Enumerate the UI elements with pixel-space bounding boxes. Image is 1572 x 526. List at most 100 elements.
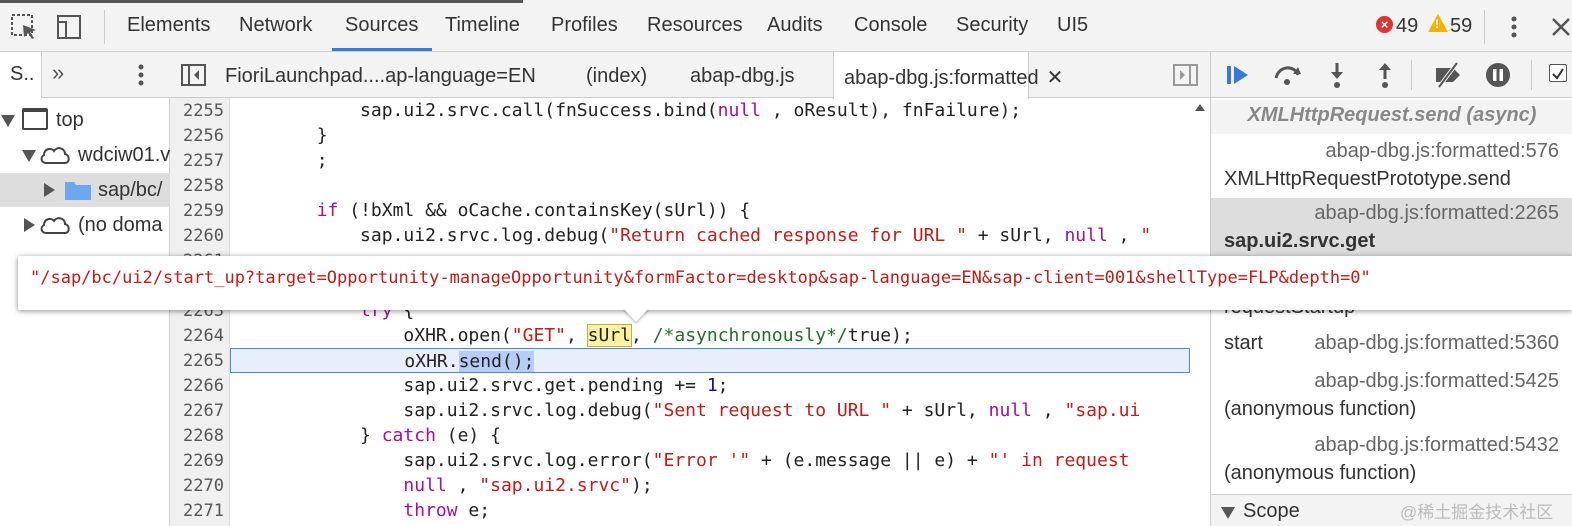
code-line[interactable]: ; <box>230 148 1190 173</box>
frame-function: XMLHttpRequestPrototype.send <box>1224 168 1511 190</box>
more-tabs-icon[interactable]: » <box>52 60 64 86</box>
expand-arrow-icon[interactable] <box>1 115 15 127</box>
line-number[interactable]: 2270 <box>170 476 224 496</box>
close-tab-icon[interactable]: ✕ <box>1047 67 1064 89</box>
variable-value-popover: "/sap/bc/ui2/start_up?target=Opportunity… <box>18 256 1572 310</box>
error-icon[interactable]: × <box>1376 16 1393 33</box>
async-checkbox[interactable] <box>1549 64 1567 82</box>
collapse-arrow-icon[interactable] <box>44 183 55 197</box>
editor-tab-label: abap-dbg.js:formatted <box>844 67 1039 89</box>
vertical-scrollbar[interactable] <box>1190 98 1210 526</box>
code-line[interactable]: sap.ui2.srvc.call(fnSuccess.bind(null , … <box>230 98 1190 123</box>
line-number[interactable]: 2259 <box>170 201 224 221</box>
line-number[interactable]: 2256 <box>170 126 224 146</box>
frame-function: start <box>1224 332 1263 354</box>
tree-item-no-domain[interactable]: (no doma <box>0 208 170 242</box>
tab-resources[interactable]: Resources <box>647 14 743 37</box>
step-over-icon[interactable] <box>1271 60 1301 90</box>
line-number-execution[interactable]: 2265 <box>170 351 224 371</box>
navigator-tab-sources[interactable]: S.. <box>0 52 42 98</box>
tab-network[interactable]: Network <box>239 14 312 37</box>
line-number[interactable]: 2258 <box>170 176 224 196</box>
code-line[interactable]: throw e; <box>230 498 1190 523</box>
popover-value: "/sap/bc/ui2/start_up?target=Opportunity… <box>30 268 1371 288</box>
call-frame[interactable]: start abap-dbg.js:formatted:5360 <box>1211 328 1572 362</box>
tree-item-domain[interactable]: wdciw01.v <box>0 138 170 172</box>
tree-item-label: (no doma <box>78 214 163 236</box>
popover-caret <box>623 308 649 322</box>
call-frame[interactable]: abap-dbg.js:formatted:576 XMLHttpRequest… <box>1211 136 1572 201</box>
frame-location: abap-dbg.js:formatted:5432 <box>1314 434 1559 456</box>
tree-item-top[interactable]: top <box>0 103 170 137</box>
tab-ui5[interactable]: UI5 <box>1057 14 1088 37</box>
navigator-menu-icon[interactable] <box>128 58 154 92</box>
line-number[interactable]: 2271 <box>170 501 224 521</box>
tree-item-folder[interactable]: sap/bc/ <box>0 173 170 207</box>
tab-console[interactable]: Console <box>854 14 927 37</box>
code-line[interactable]: } <box>230 123 1190 148</box>
code-line[interactable]: oXHR.open("GET", sUrl, /*asynchronously*… <box>230 323 1190 348</box>
tab-profiles[interactable]: Profiles <box>551 14 618 37</box>
expand-arrow-icon[interactable] <box>22 150 36 162</box>
watermark: @稀土掘金技术社区 <box>1400 503 1554 522</box>
tree-item-label: wdciw01.v <box>78 144 170 166</box>
line-number[interactable]: 2257 <box>170 151 224 171</box>
code-line[interactable]: } catch (e) { <box>230 423 1190 448</box>
collapse-arrow-icon[interactable] <box>24 218 35 232</box>
expand-arrow-icon[interactable] <box>1221 507 1235 519</box>
code-line[interactable]: sap.ui2.srvc.log.debug("Return cached re… <box>230 223 1190 248</box>
tab-elements[interactable]: Elements <box>127 14 210 37</box>
frame-location: abap-dbg.js:formatted:2265 <box>1314 202 1559 224</box>
line-number[interactable]: 2255 <box>170 101 224 121</box>
line-number-gutter: 2255 2256 2257 2258 2259 2260 2261 2262 … <box>170 98 230 526</box>
code-line[interactable]: if (!bXml && oCache.containsKey(sUrl)) { <box>230 198 1190 223</box>
toolbar-divider <box>1531 60 1532 90</box>
editor-tab-launchpad[interactable]: FioriLaunchpad....ap-language=EN <box>225 52 536 98</box>
code-line[interactable]: sap.ui2.srvc.get.pending += 1; <box>230 373 1190 398</box>
debugger-toolbar <box>1211 52 1572 98</box>
kebab-menu-icon[interactable] <box>1498 10 1532 44</box>
error-count[interactable]: 49 <box>1396 15 1418 38</box>
call-frame[interactable]: abap-dbg.js:formatted:5425 (anonymous fu… <box>1211 366 1572 431</box>
resume-icon[interactable] <box>1223 60 1253 90</box>
editor-tab-index[interactable]: (index) <box>586 52 647 98</box>
code-line[interactable]: sap.ui2.srvc.log.error("Error '" + (e.me… <box>230 448 1190 473</box>
code-line-paused[interactable]: oXHR.send(); <box>230 348 1190 373</box>
navigator-header: S.. » <box>0 52 170 98</box>
line-number[interactable]: 2264 <box>170 326 224 346</box>
call-frame[interactable]: abap-dbg.js:formatted:5432 (anonymous fu… <box>1211 430 1572 495</box>
line-number[interactable]: 2266 <box>170 376 224 396</box>
call-frame-selected[interactable]: abap-dbg.js:formatted:2265 sap.ui2.srvc.… <box>1211 198 1572 263</box>
toggle-navigator-icon[interactable] <box>180 62 208 88</box>
devtools-toolbar: Elements Network Sources Timeline Profil… <box>0 0 1572 52</box>
line-number[interactable]: 2268 <box>170 426 224 446</box>
editor-tab-abap-dbg-formatted[interactable]: abap-dbg.js:formatted ✕ <box>833 52 1063 99</box>
pause-on-exceptions-icon[interactable] <box>1483 60 1513 90</box>
scroll-up-arrow-icon[interactable] <box>1195 104 1205 111</box>
frame-location: abap-dbg.js:formatted:5360 <box>1314 332 1559 354</box>
line-number[interactable]: 2267 <box>170 401 224 421</box>
tab-timeline[interactable]: Timeline <box>445 14 520 37</box>
toggle-debugger-icon[interactable] <box>1172 62 1200 88</box>
line-number[interactable]: 2269 <box>170 451 224 471</box>
code-line[interactable]: null , "sap.ui2.srvc"); <box>230 473 1190 498</box>
tab-audits[interactable]: Audits <box>767 14 823 37</box>
code-area[interactable]: sap.ui2.srvc.call(fnSuccess.bind(null , … <box>230 98 1190 526</box>
editor-tab-abap-dbg[interactable]: abap-dbg.js <box>690 52 795 98</box>
code-line[interactable] <box>230 173 1190 198</box>
tab-sources[interactable]: Sources <box>345 14 418 37</box>
frame-function: (anonymous function) <box>1224 462 1417 484</box>
warning-icon[interactable]: ! <box>1428 14 1448 32</box>
inspect-element-icon[interactable] <box>8 10 42 44</box>
step-out-icon[interactable] <box>1371 60 1401 90</box>
scope-label: Scope <box>1243 500 1300 522</box>
device-mode-icon[interactable] <box>52 10 86 44</box>
deactivate-breakpoints-icon[interactable] <box>1433 60 1463 90</box>
close-devtools-icon[interactable] <box>1544 10 1572 44</box>
editor-tab-label: (index) <box>586 65 648 87</box>
warning-count[interactable]: 59 <box>1450 15 1472 38</box>
code-line[interactable]: sap.ui2.srvc.log.debug("Sent request to … <box>230 398 1190 423</box>
line-number[interactable]: 2260 <box>170 226 224 246</box>
step-into-icon[interactable] <box>1323 60 1353 90</box>
tab-security[interactable]: Security <box>956 14 1028 37</box>
